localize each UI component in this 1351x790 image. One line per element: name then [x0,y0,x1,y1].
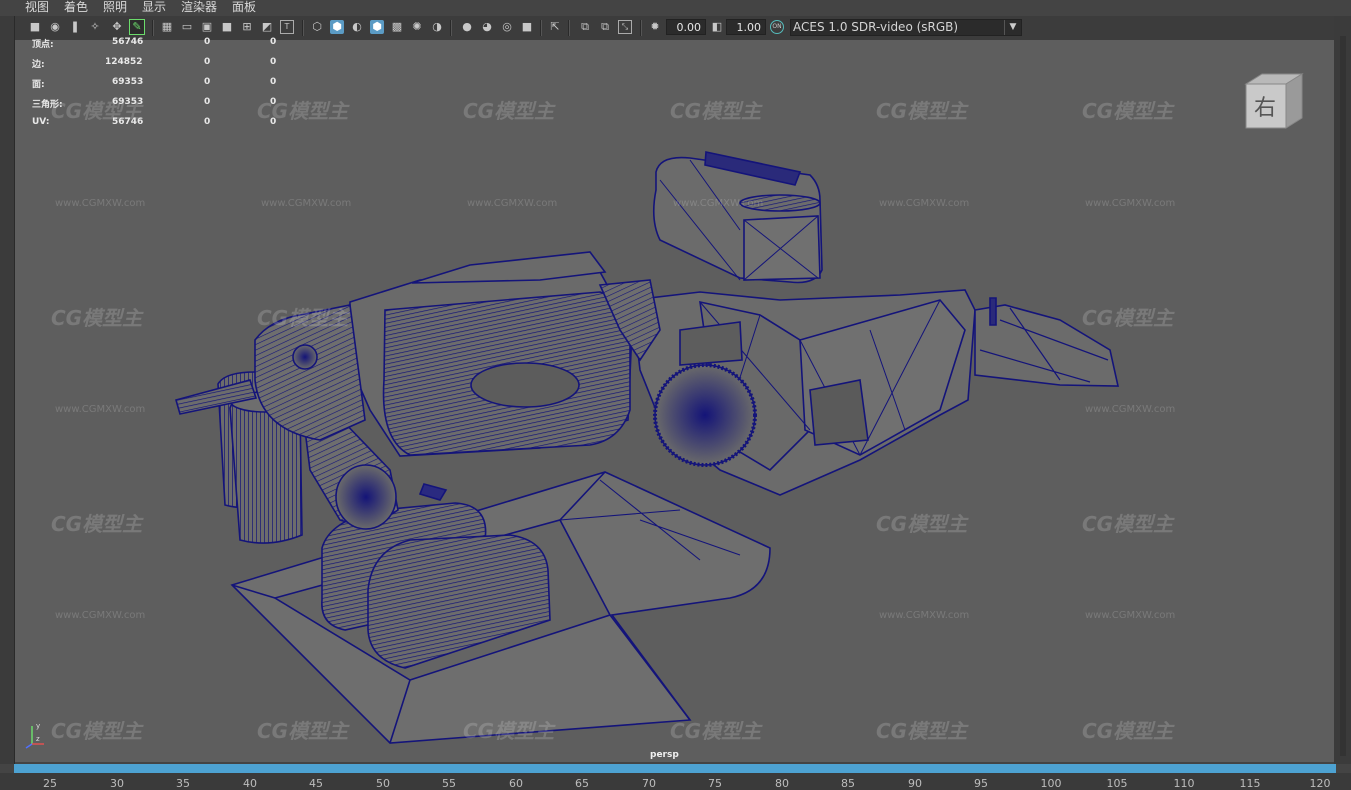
xray-icon[interactable]: ⧉ [578,20,592,34]
timeline-tick: 50 [376,777,390,790]
scene-wireframe [175,151,1120,744]
timeline-tick: 70 [642,777,656,790]
color-space-value: ACES 1.0 SDR-video (sRGB) [793,20,959,34]
axis-gizmo-icon: y z [25,722,44,749]
toolbar-divider [302,20,304,36]
antialias-icon[interactable]: ◎ [500,20,514,34]
gamma-field[interactable]: 1.00 [726,19,766,35]
viewport-toolbar: ■ ◉ ❚ ✧ ✥ ✎ ▦ ▭ ▣ ■ ⊞ ◩ T ⬡ ⬢ ◐ ⬢ ▩ ✺ ◑ … [14,16,1334,41]
right-panel-edge [1334,16,1351,764]
bookmark-icon[interactable]: ❚ [68,20,82,34]
ambient-occlusion-icon[interactable]: ● [460,20,474,34]
timeline-tick: 80 [775,777,789,790]
menu-view[interactable]: 视图 [25,0,49,15]
menu-renderer[interactable]: 渲染器 [181,0,217,15]
timeline-tick: 85 [841,777,855,790]
field-chart-icon[interactable]: ⊞ [240,20,254,34]
svg-text:z: z [36,735,40,743]
timeline-tick: 30 [110,777,124,790]
color-space-dropdown[interactable]: ACES 1.0 SDR-video (sRGB) ▼ [790,19,1022,36]
view-transform-icon[interactable]: ON [770,20,784,34]
toolbar-divider [568,20,570,36]
safe-title-icon[interactable]: T [280,20,294,34]
smooth-shade-icon[interactable]: ⬢ [330,20,344,34]
scrollbar[interactable] [1340,36,1346,756]
view-cube[interactable]: 右 [1242,70,1304,132]
wireframe-on-shaded-icon[interactable]: ⬢ [370,20,384,34]
timeline-tick: 55 [442,777,456,790]
motion-blur-icon[interactable]: ◕ [480,20,494,34]
timeline-tick: 75 [708,777,722,790]
grid-icon[interactable]: ▦ [160,20,174,34]
timeline-tick: 60 [509,777,523,790]
gamma-icon[interactable]: ◧ [710,20,724,34]
timeline-tick: 65 [575,777,589,790]
camera-attr-icon[interactable]: ◉ [48,20,62,34]
timeline-tick: 90 [908,777,922,790]
toolbar-divider [640,20,642,36]
exposure-icon[interactable]: ✹ [648,20,662,34]
exposure-field[interactable]: 0.00 [666,19,706,35]
timeline-tick: 95 [974,777,988,790]
manipulator-icon[interactable]: ✥ [110,20,124,34]
wrench-icon[interactable]: ✧ [88,20,102,34]
safe-action-icon[interactable]: ◩ [260,20,274,34]
view-cube-face-label: 右 [1254,96,1277,121]
isolate-select-icon[interactable]: ⇱ [548,20,562,34]
xray-joints-icon[interactable]: ⧉ [598,20,612,34]
menu-shading[interactable]: 着色 [64,0,88,15]
timeline-tick: 40 [243,777,257,790]
menu-show[interactable]: 显示 [142,0,166,15]
timeline-tick: 105 [1106,777,1128,790]
3d-viewport[interactable]: CG模型主 CG模型主 CG模型主 CG模型主 CG模型主 CG模型主 www.… [15,40,1334,762]
timeline-tick: 110 [1173,777,1195,790]
timeline-tick: 25 [43,777,57,790]
shadows-icon[interactable]: ◑ [430,20,444,34]
panel-menu-bar: 视图 着色 照明 显示 渲染器 面板 [0,0,1351,16]
resolution-gate-icon[interactable]: ▣ [200,20,214,34]
menu-lighting[interactable]: 照明 [103,0,127,15]
toolbar-divider [450,20,452,36]
menu-panels[interactable]: 面板 [232,0,256,15]
timeline-tick: 100 [1040,777,1062,790]
left-panel-edge [0,16,15,764]
timeline-tick: 115 [1239,777,1261,790]
shade-wireframe-icon[interactable]: ◐ [350,20,364,34]
camera-icon[interactable]: ■ [28,20,42,34]
backface-icon[interactable]: ⤡ [618,20,632,34]
timeline-tick: 35 [176,777,190,790]
textured-icon[interactable]: ▩ [390,20,404,34]
camera-name-label: persp [650,750,679,760]
time-slider-range[interactable] [14,764,1336,773]
toolbar-divider [152,20,154,36]
chevron-down-icon: ▼ [1004,20,1021,35]
depth-of-field-icon[interactable]: ■ [520,20,534,34]
timeline-tick: 45 [309,777,323,790]
wireframe-icon[interactable]: ⬡ [310,20,324,34]
toolbar-divider [540,20,542,36]
time-slider[interactable]: 25 30 35 40 45 50 55 60 65 70 75 80 85 9… [0,773,1351,790]
gate-mask-icon[interactable]: ■ [220,20,234,34]
film-gate-icon[interactable]: ▭ [180,20,194,34]
lights-icon[interactable]: ✺ [410,20,424,34]
pencil-icon[interactable]: ✎ [129,19,145,35]
svg-text:y: y [36,722,40,730]
timeline-tick: 120 [1309,777,1331,790]
